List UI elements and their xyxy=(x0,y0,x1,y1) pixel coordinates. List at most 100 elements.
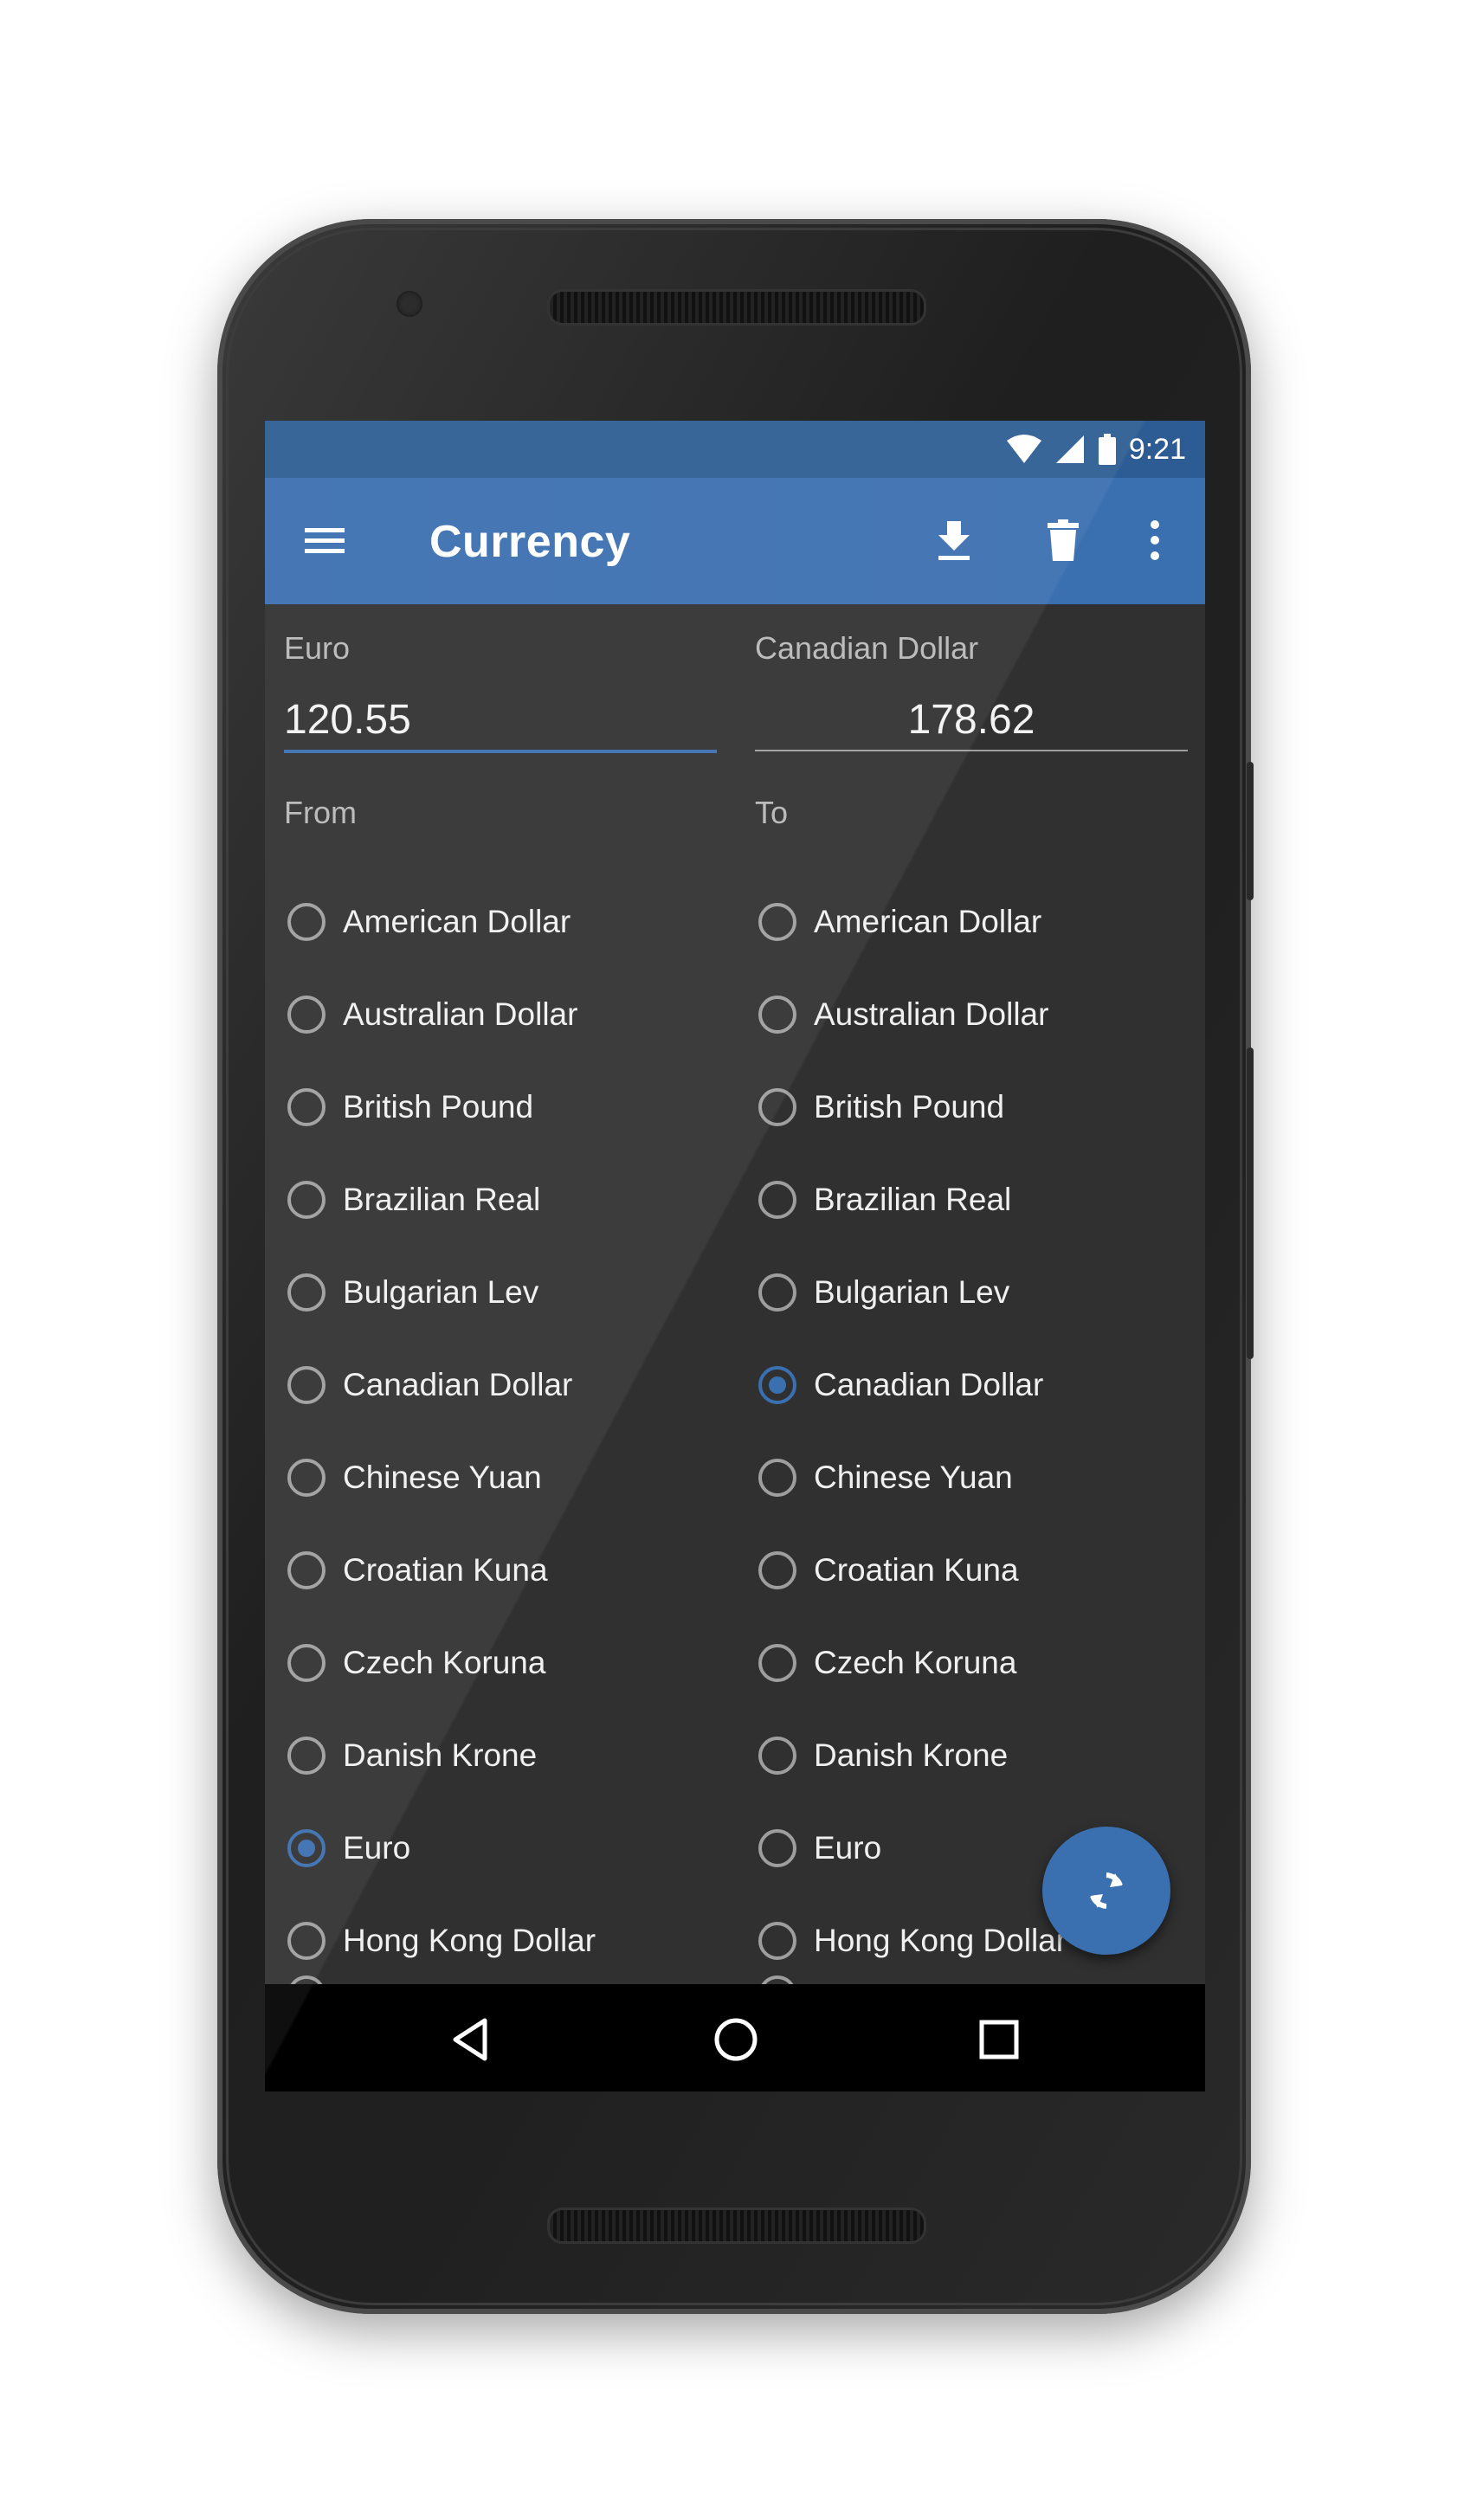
to_section-option[interactable]: American Dollar xyxy=(758,892,1157,952)
radio-button[interactable] xyxy=(758,903,796,941)
more-vert-icon[interactable] xyxy=(1131,516,1179,564)
radio-label: American Dollar xyxy=(343,904,571,939)
radio-button[interactable] xyxy=(758,1551,796,1589)
from_section-option[interactable]: Australian Dollar xyxy=(287,984,686,1045)
radio-button[interactable] xyxy=(758,1829,796,1867)
radio-label: Czech Koruna xyxy=(343,1645,546,1680)
radio-button[interactable] xyxy=(758,1366,796,1404)
radio-label: Australian Dollar xyxy=(814,996,1049,1032)
radio-button[interactable] xyxy=(287,1088,326,1126)
radio-label: Canadian Dollar xyxy=(343,1367,573,1402)
radio-button[interactable] xyxy=(287,1459,326,1497)
radio-label: Australian Dollar xyxy=(343,996,578,1032)
radio-label: Euro xyxy=(814,1830,882,1866)
from_section-option[interactable]: Chinese Yuan xyxy=(287,1447,686,1508)
to_section-option[interactable]: Czech Koruna xyxy=(758,1633,1157,1693)
to_section-option[interactable]: Australian Dollar xyxy=(758,984,1157,1045)
to-currency-label: Canadian Dollar xyxy=(755,630,979,666)
from-amount-underline xyxy=(284,750,717,753)
radio-button[interactable] xyxy=(287,1273,326,1312)
from_section-option[interactable]: Bulgarian Lev xyxy=(287,1262,686,1323)
radio-label: Brazilian Real xyxy=(343,1182,541,1217)
to_section-option[interactable]: Chinese Yuan xyxy=(758,1447,1157,1508)
radio-button[interactable] xyxy=(287,1737,326,1775)
radio-label: Brazilian Real xyxy=(814,1182,1012,1217)
to_section-option[interactable]: Bulgarian Lev xyxy=(758,1262,1157,1323)
radio-button[interactable] xyxy=(287,1644,326,1682)
delete-icon[interactable] xyxy=(1039,516,1087,564)
radio-label: Euro xyxy=(343,1830,411,1866)
radio-button[interactable] xyxy=(758,1273,796,1312)
to_section-option[interactable]: Brazilian Real xyxy=(758,1170,1157,1230)
radio-button[interactable] xyxy=(758,1737,796,1775)
radio-label: British Pound xyxy=(343,1089,534,1125)
to_section-option[interactable]: Danish Krone xyxy=(758,1725,1157,1786)
from_section-option[interactable]: American Dollar xyxy=(287,892,686,952)
back-icon[interactable] xyxy=(447,2014,499,2066)
radio-label: Croatian Kuna xyxy=(343,1552,548,1588)
front-camera xyxy=(397,291,422,317)
signal-icon xyxy=(1055,435,1084,463)
volume-button xyxy=(1247,1047,1254,1359)
to-amount-underline xyxy=(755,750,1188,751)
menu-icon[interactable] xyxy=(303,519,346,563)
radio-label: Danish Krone xyxy=(343,1737,538,1773)
to-amount-field xyxy=(755,691,1188,748)
radio-label: American Dollar xyxy=(814,904,1042,939)
radio-label: Canadian Dollar xyxy=(814,1367,1044,1402)
radio-label: Hong Kong Dollar xyxy=(814,1923,1067,1958)
radio-label: Danish Krone xyxy=(814,1737,1009,1773)
radio-button[interactable] xyxy=(758,996,796,1034)
battery-icon xyxy=(1098,434,1116,465)
from_section-option[interactable]: Euro xyxy=(287,1818,686,1879)
to_section-option[interactable]: Croatian Kuna xyxy=(758,1540,1157,1601)
radio-button[interactable] xyxy=(287,1366,326,1404)
radio-button[interactable] xyxy=(758,1088,796,1126)
radio-button[interactable] xyxy=(287,1551,326,1589)
top-speaker xyxy=(547,289,926,325)
radio-button[interactable] xyxy=(287,1181,326,1219)
radio-label: Bulgarian Lev xyxy=(343,1274,539,1310)
radio-button[interactable] xyxy=(758,1922,796,1960)
to_section-option[interactable]: Canadian Dollar xyxy=(758,1355,1157,1415)
radio-button[interactable] xyxy=(758,1459,796,1497)
radio-button[interactable] xyxy=(758,1181,796,1219)
radio-label: British Pound xyxy=(814,1089,1005,1125)
power-button xyxy=(1247,762,1254,900)
download-icon[interactable] xyxy=(930,516,978,564)
recents-icon[interactable] xyxy=(973,2014,1025,2066)
radio-button[interactable] xyxy=(287,1922,326,1960)
from_section-option[interactable]: Czech Koruna xyxy=(287,1633,686,1693)
radio-label: Chinese Yuan xyxy=(814,1460,1013,1495)
bottom-speaker xyxy=(547,2207,926,2244)
wifi-icon xyxy=(1006,435,1041,463)
from_section-option[interactable]: British Pound xyxy=(287,1077,686,1138)
from_section-option[interactable]: Danish Krone xyxy=(287,1725,686,1786)
from-amount-input[interactable] xyxy=(284,691,700,748)
to-section-label: To xyxy=(755,795,789,830)
radio-label: Bulgarian Lev xyxy=(814,1274,1010,1310)
from_section-option[interactable]: Croatian Kuna xyxy=(287,1540,686,1601)
status-bar: 9:21 xyxy=(265,421,1205,478)
radio-button[interactable] xyxy=(758,1644,796,1682)
radio-label: Hong Kong Dollar xyxy=(343,1923,596,1958)
from-currency-label: Euro xyxy=(284,630,351,666)
swap-refresh-button[interactable] xyxy=(1042,1827,1170,1955)
clock: 9:21 xyxy=(1128,432,1186,466)
radio-label: Croatian Kuna xyxy=(814,1552,1019,1588)
radio-label: Chinese Yuan xyxy=(343,1460,542,1495)
from-section-label: From xyxy=(284,795,357,830)
app-title: Currency xyxy=(429,517,631,567)
to_section-option[interactable]: British Pound xyxy=(758,1077,1157,1138)
app-bar: Currency xyxy=(265,478,1205,604)
from_section-option[interactable]: Canadian Dollar xyxy=(287,1355,686,1415)
refresh-icon xyxy=(1090,1872,1123,1909)
from_section-option[interactable]: Hong Kong Dollar xyxy=(287,1911,686,1971)
radio-button[interactable] xyxy=(287,903,326,941)
radio-button[interactable] xyxy=(287,1829,326,1867)
navigation-bar xyxy=(265,1984,1205,2091)
from_section-option[interactable]: Brazilian Real xyxy=(287,1170,686,1230)
home-icon[interactable] xyxy=(710,2014,762,2066)
radio-button[interactable] xyxy=(287,996,326,1034)
radio-label: Czech Koruna xyxy=(814,1645,1017,1680)
